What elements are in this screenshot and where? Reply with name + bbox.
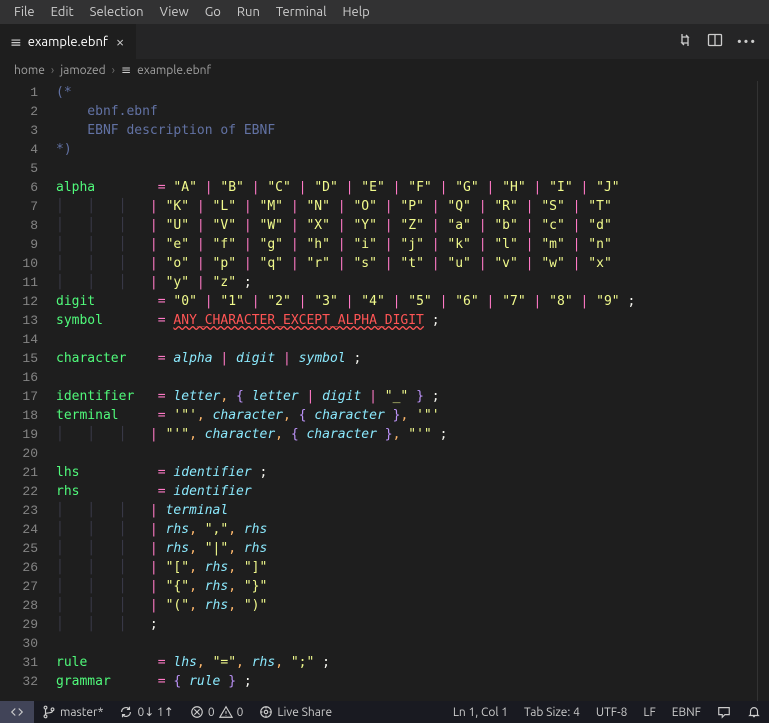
- menu-bar: File Edit Selection View Go Run Terminal…: [0, 0, 769, 24]
- menu-go[interactable]: Go: [197, 2, 229, 22]
- compare-icon[interactable]: [677, 32, 693, 51]
- breadcrumb: home › jamozed › ≡ example.ebnf: [0, 59, 769, 81]
- problems[interactable]: 0 0: [182, 701, 252, 723]
- more-icon[interactable]: •••: [737, 35, 757, 49]
- language[interactable]: EBNF: [664, 701, 709, 723]
- menu-view[interactable]: View: [152, 2, 197, 22]
- chevron-right-icon: ›: [51, 64, 54, 77]
- line-gutter: 1234567891011121314151617181920212223242…: [0, 81, 56, 701]
- crumb-user[interactable]: jamozed: [60, 64, 105, 77]
- editor[interactable]: 1234567891011121314151617181920212223242…: [0, 81, 769, 701]
- status-bar: master* 0↓ 1↑ 0 0 Live Share Ln 1, Col 1…: [0, 701, 769, 723]
- code-area[interactable]: (* ebnf.ebnf EBNF description of EBNF*) …: [56, 81, 769, 701]
- error-count: 0: [208, 706, 215, 719]
- list-icon: ≡: [10, 35, 22, 49]
- chevron-right-icon: ›: [112, 64, 115, 77]
- cursor-pos[interactable]: Ln 1, Col 1: [445, 701, 516, 723]
- live-share-label: Live Share: [277, 706, 332, 719]
- tab-size[interactable]: Tab Size: 4: [516, 701, 588, 723]
- sync-label: 0↓ 1↑: [137, 705, 173, 719]
- bell-icon[interactable]: [739, 701, 769, 723]
- git-branch[interactable]: master*: [34, 701, 111, 723]
- feedback-icon[interactable]: [709, 701, 739, 723]
- list-icon: ≡: [121, 63, 131, 77]
- split-editor-icon[interactable]: [707, 32, 723, 51]
- tab-example-ebnf[interactable]: ≡ example.ebnf ×: [0, 24, 137, 59]
- warn-count: 0: [237, 706, 244, 719]
- encoding[interactable]: UTF-8: [588, 701, 635, 723]
- close-icon[interactable]: ×: [114, 33, 126, 50]
- tab-label: example.ebnf: [28, 35, 108, 49]
- crumb-file[interactable]: ≡ example.ebnf: [121, 63, 211, 77]
- crumb-home[interactable]: home: [14, 64, 45, 77]
- remote-button[interactable]: [0, 701, 34, 723]
- eol[interactable]: LF: [635, 701, 663, 723]
- menu-edit[interactable]: Edit: [43, 2, 82, 22]
- menu-selection[interactable]: Selection: [82, 2, 152, 22]
- tab-bar: ≡ example.ebnf × •••: [0, 24, 769, 59]
- menu-run[interactable]: Run: [229, 2, 268, 22]
- git-sync[interactable]: 0↓ 1↑: [111, 701, 181, 723]
- menu-help[interactable]: Help: [334, 2, 377, 22]
- menu-terminal[interactable]: Terminal: [268, 2, 335, 22]
- crumb-file-label: example.ebnf: [137, 64, 211, 77]
- branch-label: master*: [60, 706, 103, 719]
- menu-file[interactable]: File: [6, 2, 43, 22]
- live-share[interactable]: Live Share: [251, 701, 340, 723]
- minimap[interactable]: [757, 81, 769, 701]
